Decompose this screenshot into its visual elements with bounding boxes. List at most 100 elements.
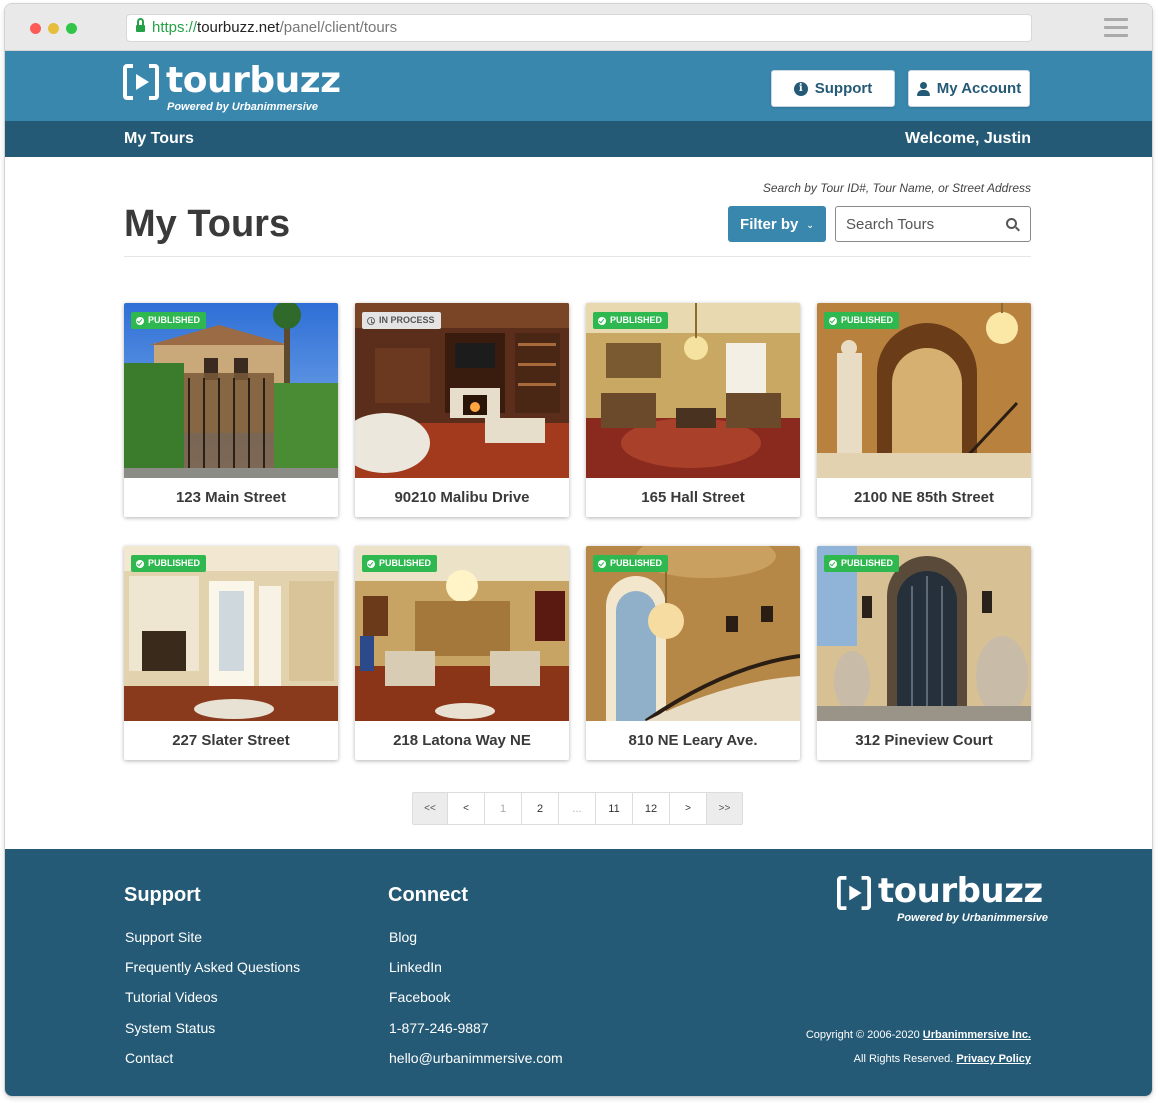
tourbuzz-logo[interactable]: tourbuzz Powered by Urbanimmersive xyxy=(123,60,341,114)
url-path: /panel/client/tours xyxy=(279,19,398,36)
logo-tagline: Powered by Urbanimmersive xyxy=(167,101,319,113)
tour-card[interactable]: PUBLISHED 227 Slater Street xyxy=(124,546,338,760)
footer-link-linkedin[interactable]: LinkedIn xyxy=(389,959,442,975)
filter-by-button[interactable]: Filter by ⌄ xyxy=(728,206,826,242)
url-scheme: https:// xyxy=(152,19,198,36)
lock-icon xyxy=(136,18,145,33)
tour-card[interactable]: PUBLISHED 2100 NE 85th Street xyxy=(817,303,1031,517)
privacy-policy-link[interactable]: Privacy Policy xyxy=(956,1053,1031,1065)
check-circle-icon xyxy=(598,559,606,568)
footer-logo-wordmark: tourbuzz xyxy=(878,871,1043,911)
tour-card[interactable]: PUBLISHED 312 Pineview Court xyxy=(817,546,1031,760)
copyright-line: Copyright © 2006-2020 Urbanimmersive Inc… xyxy=(806,1029,1031,1041)
urbanimmersive-link[interactable]: Urbanimmersive Inc. xyxy=(923,1029,1031,1041)
tour-thumbnail[interactable] xyxy=(586,546,800,721)
site-header: tourbuzz Powered by Urbanimmersive i Sup… xyxy=(5,51,1152,121)
info-icon: i xyxy=(793,81,808,96)
next-page-button[interactable]: > xyxy=(670,793,707,824)
footer-email[interactable]: hello@urbanimmersive.com xyxy=(389,1050,563,1066)
play-logo-icon xyxy=(123,64,159,100)
first-page-button[interactable]: << xyxy=(413,793,448,824)
footer-link-blog[interactable]: Blog xyxy=(389,929,417,945)
search-input[interactable] xyxy=(836,207,996,241)
footer-phone[interactable]: 1-877-246-9887 xyxy=(389,1020,489,1036)
support-button-label: Support xyxy=(814,80,873,97)
status-badge-label: PUBLISHED xyxy=(610,315,663,325)
status-badge: PUBLISHED xyxy=(824,312,900,329)
tour-card[interactable]: PUBLISHED 810 NE Leary Ave. xyxy=(586,546,800,760)
status-badge: IN PROCESS xyxy=(362,312,441,329)
pagination: << < 1 2 ... 11 12 > >> xyxy=(412,792,743,825)
tour-thumbnail[interactable] xyxy=(124,303,338,478)
minimize-window-button[interactable] xyxy=(48,23,59,34)
play-logo-icon xyxy=(837,876,871,910)
search-icon[interactable] xyxy=(1006,218,1020,232)
status-badge: PUBLISHED xyxy=(131,555,207,572)
my-account-button[interactable]: My Account xyxy=(908,70,1030,107)
status-badge-label: PUBLISHED xyxy=(379,558,432,568)
status-badge: PUBLISHED xyxy=(593,555,669,572)
tour-thumbnail[interactable] xyxy=(817,546,1031,721)
copyright-text: Copyright © 2006-2020 xyxy=(805,1029,920,1041)
tour-thumbnail[interactable] xyxy=(355,546,569,721)
tour-thumbnail[interactable] xyxy=(355,303,569,478)
user-icon xyxy=(916,81,930,96)
address-bar[interactable]: https://tourbuzz.net/panel/client/tours xyxy=(126,14,1032,42)
tour-card[interactable]: PUBLISHED 123 Main Street xyxy=(124,303,338,517)
support-button[interactable]: i Support xyxy=(771,70,895,107)
browser-window: https://tourbuzz.net/panel/client/tours … xyxy=(5,4,1152,1096)
tour-thumbnail[interactable] xyxy=(124,546,338,721)
footer-link-support-site[interactable]: Support Site xyxy=(125,929,202,945)
search-tours-field[interactable] xyxy=(835,206,1031,242)
footer-link-faq[interactable]: Frequently Asked Questions xyxy=(125,959,300,975)
rights-text: All Rights Reserved. xyxy=(853,1053,954,1065)
last-page-button[interactable]: >> xyxy=(707,793,742,824)
check-circle-icon xyxy=(136,316,144,325)
close-window-button[interactable] xyxy=(30,23,41,34)
page-2-button[interactable]: 2 xyxy=(522,793,559,824)
tour-thumbnail[interactable] xyxy=(586,303,800,478)
browser-menu-icon[interactable] xyxy=(1104,18,1128,37)
tour-name[interactable]: 90210 Malibu Drive xyxy=(355,478,569,517)
rights-line: All Rights Reserved. Privacy Policy xyxy=(854,1053,1031,1065)
footer-link-contact[interactable]: Contact xyxy=(125,1050,173,1066)
tour-name[interactable]: 312 Pineview Court xyxy=(817,721,1031,760)
footer-connect-title: Connect xyxy=(388,884,468,906)
footer-support-title: Support xyxy=(124,884,201,906)
maximize-window-button[interactable] xyxy=(66,23,77,34)
sub-navigation: My Tours Welcome, Justin xyxy=(5,121,1152,157)
logo-wordmark: tourbuzz xyxy=(166,60,341,101)
tour-card[interactable]: PUBLISHED 165 Hall Street xyxy=(586,303,800,517)
filter-by-label: Filter by xyxy=(740,215,799,233)
browser-toolbar: https://tourbuzz.net/panel/client/tours xyxy=(5,4,1152,51)
prev-page-button[interactable]: < xyxy=(448,793,485,824)
search-hint: Search by Tour ID#, Tour Name, or Street… xyxy=(762,181,1031,195)
tour-card[interactable]: PUBLISHED 218 Latona Way NE xyxy=(355,546,569,760)
status-badge: PUBLISHED xyxy=(131,312,207,329)
footer-link-facebook[interactable]: Facebook xyxy=(389,989,450,1005)
check-circle-icon xyxy=(829,316,837,325)
clock-icon xyxy=(367,316,375,325)
footer-link-system-status[interactable]: System Status xyxy=(125,1020,215,1036)
page-ellipsis: ... xyxy=(559,793,596,824)
check-circle-icon xyxy=(598,316,606,325)
tour-name[interactable]: 218 Latona Way NE xyxy=(355,721,569,760)
footer-link-tutorial-videos[interactable]: Tutorial Videos xyxy=(125,989,218,1005)
url-host: tourbuzz.net xyxy=(197,19,280,36)
divider xyxy=(124,256,1031,257)
tour-card[interactable]: IN PROCESS 90210 Malibu Drive xyxy=(355,303,569,517)
tour-name[interactable]: 227 Slater Street xyxy=(124,721,338,760)
tour-name[interactable]: 123 Main Street xyxy=(124,478,338,517)
status-badge-label: IN PROCESS xyxy=(379,315,435,325)
nav-my-tours-link[interactable]: My Tours xyxy=(124,130,194,148)
status-badge-label: PUBLISHED xyxy=(148,315,201,325)
tour-thumbnail[interactable] xyxy=(817,303,1031,478)
footer-tourbuzz-logo[interactable]: tourbuzz Powered by Urbanimmersive xyxy=(837,871,1048,926)
status-badge-label: PUBLISHED xyxy=(841,315,894,325)
tour-name[interactable]: 2100 NE 85th Street xyxy=(817,478,1031,517)
page-11-button[interactable]: 11 xyxy=(596,793,633,824)
page-1-current[interactable]: 1 xyxy=(485,793,522,824)
page-12-button[interactable]: 12 xyxy=(633,793,670,824)
tour-name[interactable]: 810 NE Leary Ave. xyxy=(586,721,800,760)
tour-name[interactable]: 165 Hall Street xyxy=(586,478,800,517)
